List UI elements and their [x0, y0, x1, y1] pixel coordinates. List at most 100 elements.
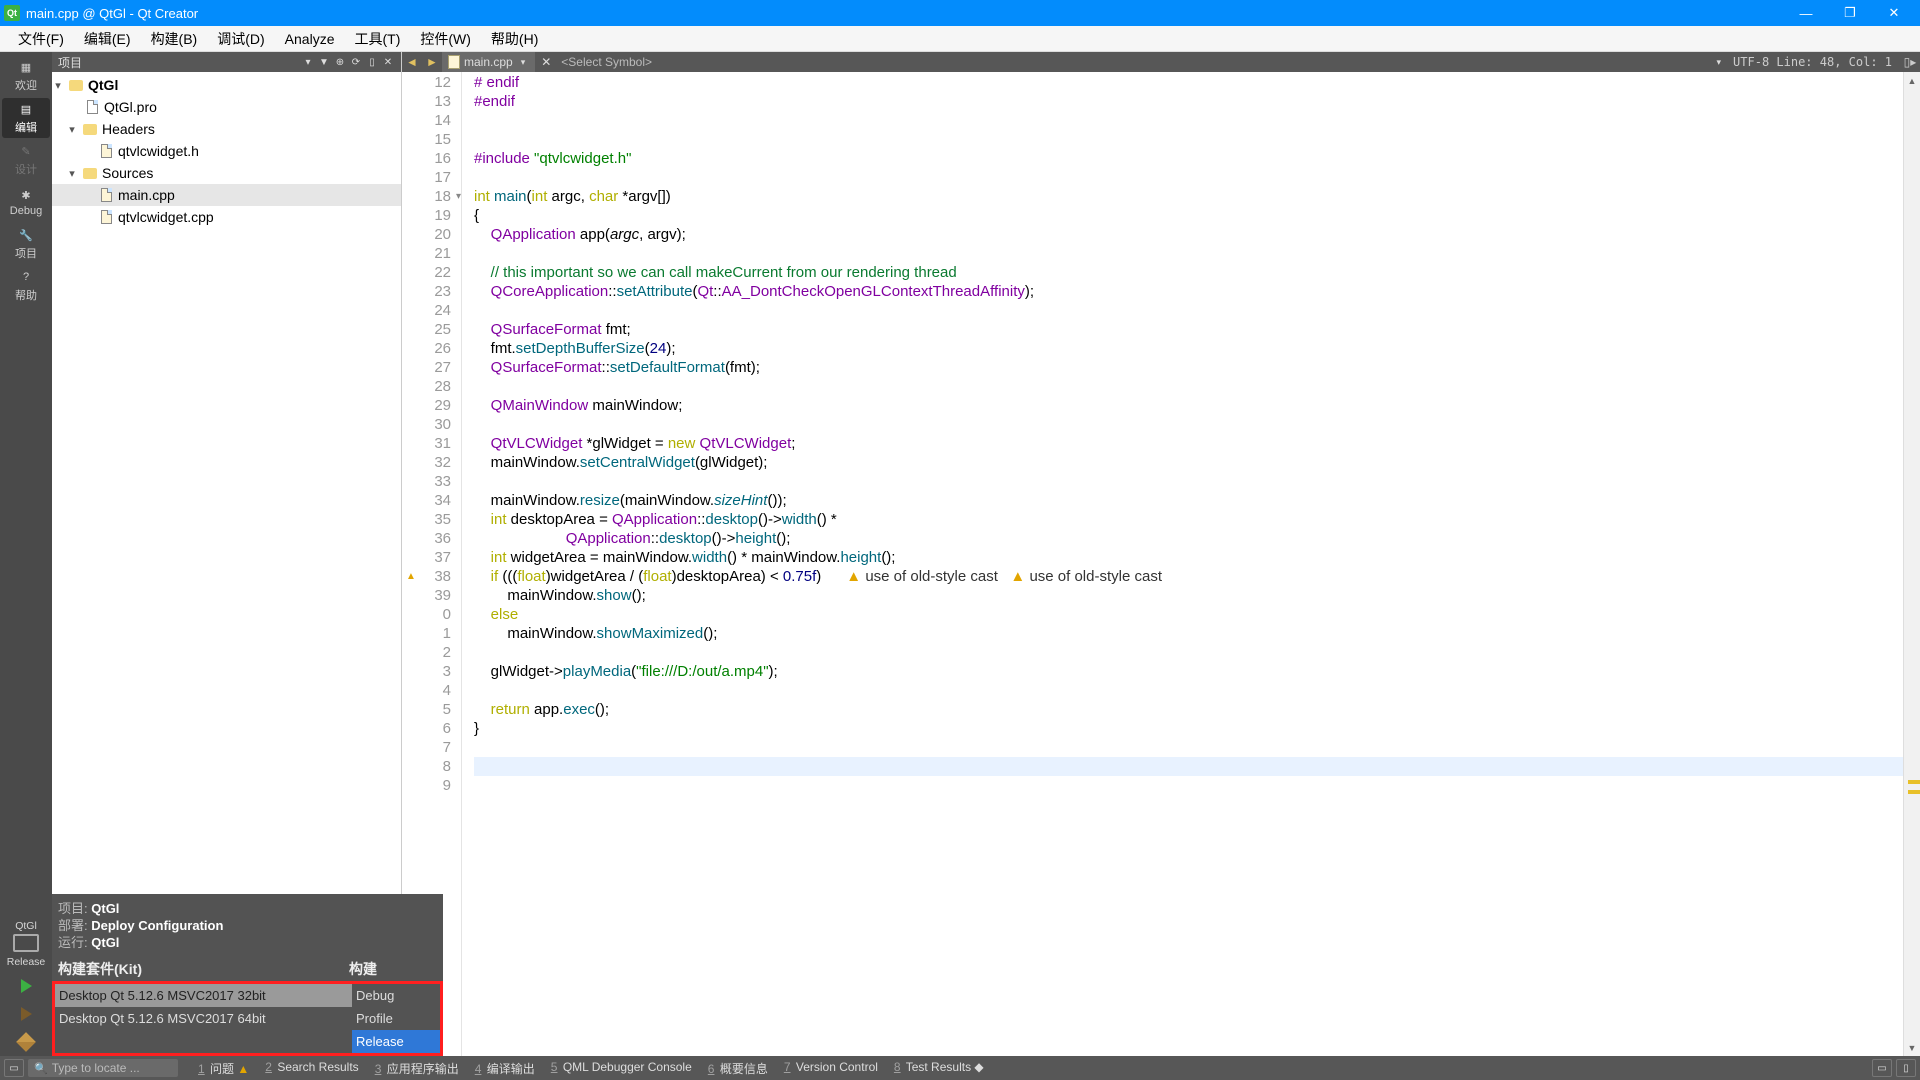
grid-icon: ▦: [18, 59, 34, 75]
progress-icon[interactable]: ▭: [1872, 1059, 1892, 1077]
menu-tools[interactable]: 工具(T): [344, 26, 410, 52]
vertical-scrollbar[interactable]: ▲▼: [1903, 72, 1920, 1056]
build-list: Debug Profile Release: [352, 984, 440, 1053]
toggle-right-icon[interactable]: ▯: [1896, 1059, 1916, 1077]
toggle-sidebar-icon[interactable]: ▭: [4, 1059, 24, 1077]
folder-icon: [68, 78, 84, 92]
split-editor-icon[interactable]: ▯▸: [1900, 55, 1920, 69]
locator-placeholder: Type to locate ...: [52, 1061, 140, 1075]
kit-name: QtGl: [2, 920, 50, 932]
link-icon[interactable]: ⊕: [333, 55, 347, 69]
edit-icon: ▤: [18, 101, 34, 117]
play-icon: [21, 979, 32, 993]
chevron-down-icon[interactable]: ▾: [521, 57, 526, 68]
mode-edit[interactable]: ▤编辑: [2, 98, 50, 138]
file-tab[interactable]: main.cpp ▾: [442, 52, 535, 72]
mode-welcome[interactable]: ▦欢迎: [2, 56, 50, 96]
hammer-icon: [16, 1032, 36, 1052]
nav-forward-icon[interactable]: ►: [422, 55, 442, 69]
output-tab-issues[interactable]: 1 问题 ▲: [192, 1060, 255, 1077]
close-button[interactable]: ✕: [1884, 3, 1904, 23]
search-icon: 🔍: [34, 1062, 48, 1075]
output-tab-qml[interactable]: 5 QML Debugger Console: [545, 1060, 698, 1077]
kit-option-32bit[interactable]: Desktop Qt 5.12.6 MSVC2017 32bit: [55, 984, 352, 1007]
scroll-up-icon[interactable]: ▲: [1904, 72, 1920, 89]
file-icon: [98, 188, 114, 202]
mode-design[interactable]: ✎设计: [2, 140, 50, 180]
chevron-down-icon[interactable]: ▾: [1717, 57, 1722, 68]
menu-build[interactable]: 构建(B): [141, 26, 208, 52]
titlebar: Qt main.cpp @ QtGl - Qt Creator — ❐ ✕: [0, 0, 1920, 26]
cursor-position: UTF-8 Line: 48, Col: 1: [1725, 55, 1900, 69]
kit-list: Desktop Qt 5.12.6 MSVC2017 32bit Desktop…: [55, 984, 352, 1053]
minimize-button[interactable]: —: [1796, 3, 1816, 23]
build-option-debug[interactable]: Debug: [352, 984, 440, 1007]
folder-icon: [82, 166, 98, 180]
file-icon: [84, 100, 100, 114]
build-header: 构建: [349, 959, 437, 979]
output-tab-general[interactable]: 6 概要信息: [702, 1060, 774, 1077]
output-tab-compile[interactable]: 4 编译输出: [469, 1060, 541, 1077]
editor-toolbar: ◄ ► main.cpp ▾ ✕ <Select Symbol> ▾ UTF-8…: [402, 52, 1920, 72]
mode-projects[interactable]: 🔧项目: [2, 224, 50, 264]
debug-run-button[interactable]: [2, 1000, 50, 1028]
window-controls: — ❐ ✕: [1796, 3, 1916, 23]
build-button[interactable]: [2, 1028, 50, 1056]
build-option-profile[interactable]: Profile: [352, 1007, 440, 1030]
menu-help[interactable]: 帮助(H): [481, 26, 548, 52]
bug-icon: ✱: [18, 187, 34, 203]
build-option-release[interactable]: Release: [352, 1030, 440, 1053]
tree-source-main[interactable]: main.cpp: [52, 184, 401, 206]
kit-option-empty: [55, 1030, 352, 1053]
cpp-file-icon: [448, 55, 460, 69]
tree-source-widget[interactable]: qtvlcwidget.cpp: [52, 206, 401, 228]
output-tab-vcs[interactable]: 7 Version Control: [778, 1060, 884, 1077]
chevron-down-icon[interactable]: ▾: [52, 79, 64, 92]
menu-debug[interactable]: 调试(D): [207, 26, 274, 52]
code-body[interactable]: # endif#endif#include "qtvlcwidget.h"int…: [462, 72, 1903, 1056]
tree-headers-folder[interactable]: ▾ Headers: [52, 118, 401, 140]
dropdown-icon[interactable]: ▾: [301, 55, 315, 69]
close-tab-icon[interactable]: ✕: [541, 55, 551, 69]
design-icon: ✎: [18, 143, 34, 159]
scroll-down-icon[interactable]: ▼: [1904, 1039, 1920, 1056]
output-tab-search[interactable]: 2 Search Results: [259, 1060, 364, 1077]
menu-analyze[interactable]: Analyze: [275, 28, 345, 50]
kit-selector-popup: 项目: QtGl 部署: Deploy Configuration 运行: Qt…: [52, 894, 443, 1056]
window-title: main.cpp @ QtGl - Qt Creator: [26, 6, 1796, 21]
split-icon[interactable]: ▯: [365, 55, 379, 69]
sync-icon[interactable]: ⟳: [349, 55, 363, 69]
code-area[interactable]: 1213141516171819202122232425262728293031…: [402, 72, 1920, 1056]
chevron-down-icon[interactable]: ▾: [66, 123, 78, 136]
kit-option-64bit[interactable]: Desktop Qt 5.12.6 MSVC2017 64bit: [55, 1007, 352, 1030]
maximize-button[interactable]: ❐: [1840, 3, 1860, 23]
tree-pro-file[interactable]: QtGl.pro: [52, 96, 401, 118]
kit-selector[interactable]: QtGl Release: [2, 916, 50, 972]
qt-logo-icon: Qt: [4, 5, 20, 21]
chevron-down-icon[interactable]: ▾: [66, 167, 78, 180]
play-bug-icon: [21, 1007, 32, 1021]
kit-header: 构建套件(Kit): [58, 959, 349, 979]
run-button[interactable]: [2, 972, 50, 1000]
mode-help[interactable]: ?帮助: [2, 266, 50, 306]
tree-header-file[interactable]: qtvlcwidget.h: [52, 140, 401, 162]
close-panel-icon[interactable]: ✕: [381, 55, 395, 69]
output-tab-tests[interactable]: 8 Test Results ◆: [888, 1060, 990, 1077]
tree-root[interactable]: ▾ QtGl: [52, 74, 401, 96]
tab-label: main.cpp: [464, 55, 513, 69]
root-label: QtGl: [88, 77, 118, 93]
filter-icon[interactable]: ▼: [317, 55, 331, 69]
nav-back-icon[interactable]: ◄: [402, 55, 422, 69]
panel-title: 项目: [58, 54, 299, 71]
tree-sources-folder[interactable]: ▾ Sources: [52, 162, 401, 184]
menu-widgets[interactable]: 控件(W): [410, 26, 481, 52]
symbol-selector[interactable]: <Select Symbol>: [551, 55, 662, 69]
folder-icon: [82, 122, 98, 136]
menu-file[interactable]: 文件(F): [8, 26, 74, 52]
menubar: 文件(F) 编辑(E) 构建(B) 调试(D) Analyze 工具(T) 控件…: [0, 26, 1920, 52]
locator-input[interactable]: 🔍 Type to locate ...: [28, 1059, 178, 1077]
inline-warning: ▲ use of old-style cast ▲ use of old-sty…: [846, 568, 1162, 585]
menu-edit[interactable]: 编辑(E): [74, 26, 141, 52]
output-tab-app[interactable]: 3 应用程序输出: [369, 1060, 465, 1077]
mode-debug[interactable]: ✱Debug: [2, 182, 50, 222]
